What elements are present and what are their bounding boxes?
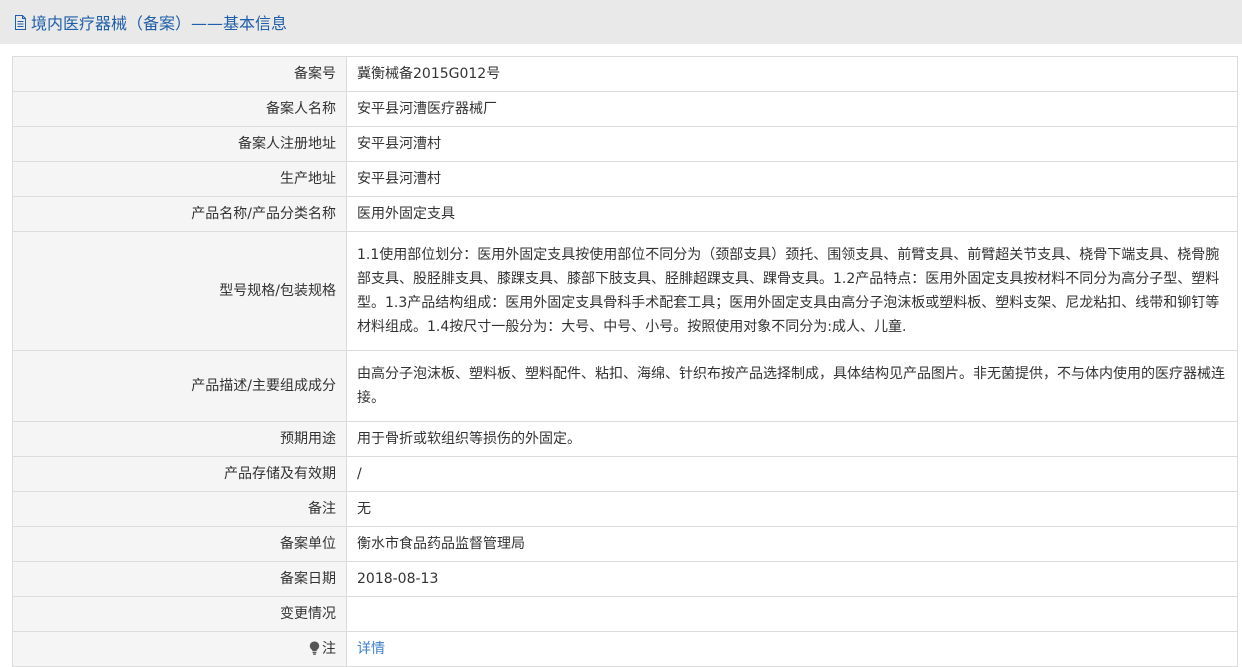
model-spec-value: 1.1使用部位划分：医用外固定支具按使用部位不同分为（颈部支具）颈托、围领支具、… [346,231,1238,351]
changes-value [346,596,1238,632]
table-row: 备案单位 衡水市食品药品监督管理局 [12,526,1238,562]
row-label: 备注 [12,491,347,527]
page-title: 境内医疗器械（备案）——基本信息 [31,14,288,33]
table-row: 产品描述/主要组成成分 由高分子泡沫板、塑料板、塑料配件、粘扣、海绵、针织布按产… [12,350,1238,422]
row-label: 产品名称/产品分类名称 [12,196,347,232]
row-label: 产品描述/主要组成成分 [12,350,347,422]
record-date-value: 2018-08-13 [346,561,1238,597]
document-icon [15,14,26,30]
table-row: 备案号 冀衡械备2015G012号 [12,56,1238,92]
row-label: 预期用途 [12,421,347,457]
row-label: 型号规格/包装规格 [12,231,347,351]
table-row: 备注 无 [12,491,1238,527]
remarks-value: 无 [346,491,1238,527]
table-row: 型号规格/包装规格 1.1使用部位划分：医用外固定支具按使用部位不同分为（颈部支… [12,231,1238,351]
details-link[interactable]: 详情 [357,641,385,657]
product-name-value: 医用外固定支具 [346,196,1238,232]
info-table-container: 备案号 冀衡械备2015G012号 备案人名称 安平县河漕医疗器械厂 备案人注册… [0,44,1242,667]
intended-use-value: 用于骨折或软组织等损伤的外固定。 [346,421,1238,457]
production-address-value: 安平县河漕村 [346,161,1238,197]
info-table: 备案号 冀衡械备2015G012号 备案人名称 安平县河漕医疗器械厂 备案人注册… [12,56,1238,667]
row-label: 备案人名称 [12,91,347,127]
row-label: 变更情况 [12,596,347,632]
table-row: 注 详情 [12,631,1238,667]
table-row: 变更情况 [12,596,1238,632]
page-header: 境内医疗器械（备案）——基本信息 [0,0,1242,44]
row-label: 备案人注册地址 [12,126,347,162]
row-label: 备案号 [12,56,347,92]
record-no-value: 冀衡械备2015G012号 [346,56,1238,92]
table-row: 生产地址 安平县河漕村 [12,161,1238,197]
table-row: 产品名称/产品分类名称 医用外固定支具 [12,196,1238,232]
registrant-name-value: 安平县河漕医疗器械厂 [346,91,1238,127]
table-row: 备案人名称 安平县河漕医疗器械厂 [12,91,1238,127]
table-row: 预期用途 用于骨折或软组织等损伤的外固定。 [12,421,1238,457]
registrant-address-value: 安平县河漕村 [346,126,1238,162]
row-label: 产品存储及有效期 [12,456,347,492]
description-value: 由高分子泡沫板、塑料板、塑料配件、粘扣、海绵、针织布按产品选择制成，具体结构见产… [346,350,1238,422]
row-label: 生产地址 [12,161,347,197]
note-label-cell: 注 [12,631,347,667]
note-value-cell: 详情 [346,631,1238,667]
table-row: 备案人注册地址 安平县河漕村 [12,126,1238,162]
row-label: 备案日期 [12,561,347,597]
lightbulb-icon [309,641,320,655]
row-label: 备案单位 [12,526,347,562]
storage-value: / [346,456,1238,492]
record-unit-value: 衡水市食品药品监督管理局 [346,526,1238,562]
table-row: 备案日期 2018-08-13 [12,561,1238,597]
table-row: 产品存储及有效期 / [12,456,1238,492]
note-label: 注 [322,641,336,657]
